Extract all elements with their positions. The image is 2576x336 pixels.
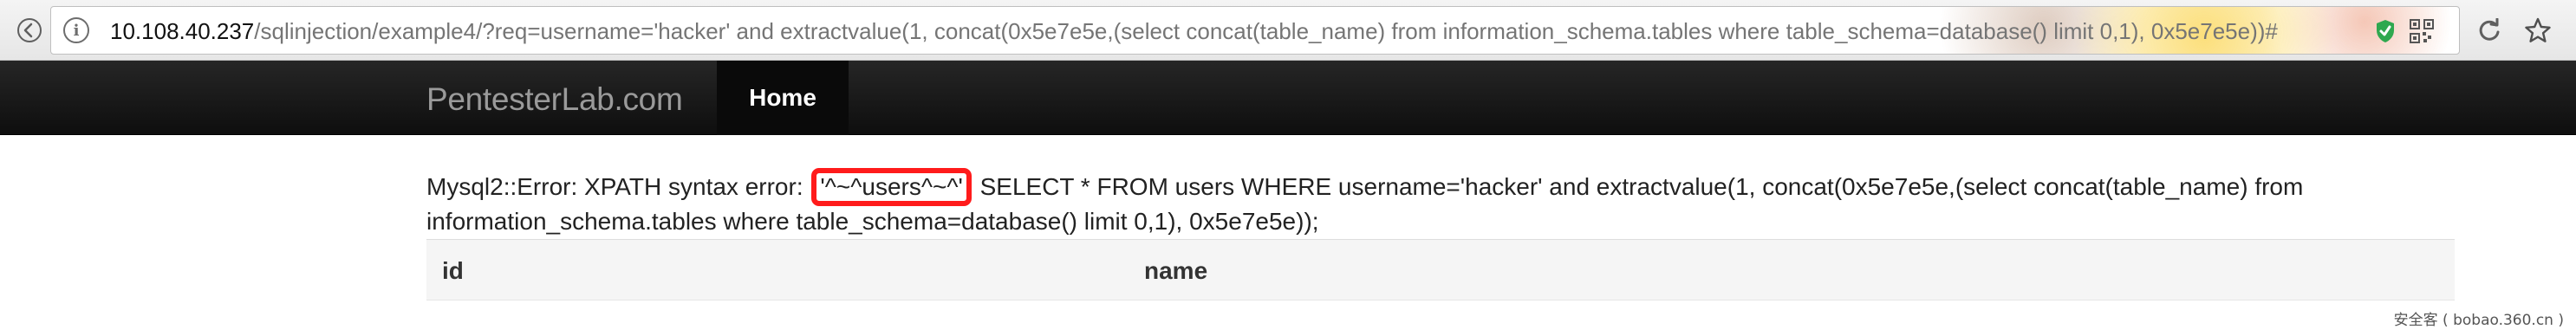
url-host: 10.108.40.237	[110, 18, 255, 44]
reload-icon	[2479, 18, 2500, 41]
star-icon	[2525, 17, 2551, 42]
nav-home-link[interactable]: Home	[717, 61, 849, 135]
watermark: 安全客 ( bobao.360.cn )	[2393, 312, 2564, 329]
shield-check-icon[interactable]	[2374, 19, 2397, 43]
sql-error-message: Mysql2::Error: XPATH syntax error: '^~^u…	[426, 168, 2489, 239]
back-button[interactable]	[10, 11, 49, 49]
table-header-row: id name	[426, 240, 2455, 300]
back-arrow-icon	[17, 18, 42, 42]
site-navbar: PentesterLab.com Home	[0, 61, 2576, 135]
browser-toolbar: i 10.108.40.237/sqlinjection/example4/?r…	[0, 0, 2576, 61]
address-bar[interactable]: i 10.108.40.237/sqlinjection/example4/?r…	[50, 6, 2460, 55]
url-text[interactable]: 10.108.40.237/sqlinjection/example4/?req…	[110, 19, 2278, 43]
injection-result-text: '^~^users^~^'	[820, 173, 963, 200]
error-prefix: Mysql2::Error: XPATH syntax error:	[426, 173, 810, 200]
column-header-id: id	[442, 257, 464, 284]
qr-code-icon[interactable]	[2409, 19, 2435, 43]
site-brand-link[interactable]: PentesterLab.com	[426, 81, 683, 118]
bookmark-button[interactable]	[2519, 11, 2557, 49]
reload-button[interactable]	[2470, 11, 2508, 49]
results-table: id name	[426, 239, 2455, 300]
column-header-name: name	[1144, 257, 1208, 284]
info-icon[interactable]: i	[63, 17, 89, 43]
url-path: /sqlinjection/example4/?req=username='ha…	[254, 18, 2278, 44]
highlighted-injection-result: '^~^users^~^'	[811, 168, 972, 206]
